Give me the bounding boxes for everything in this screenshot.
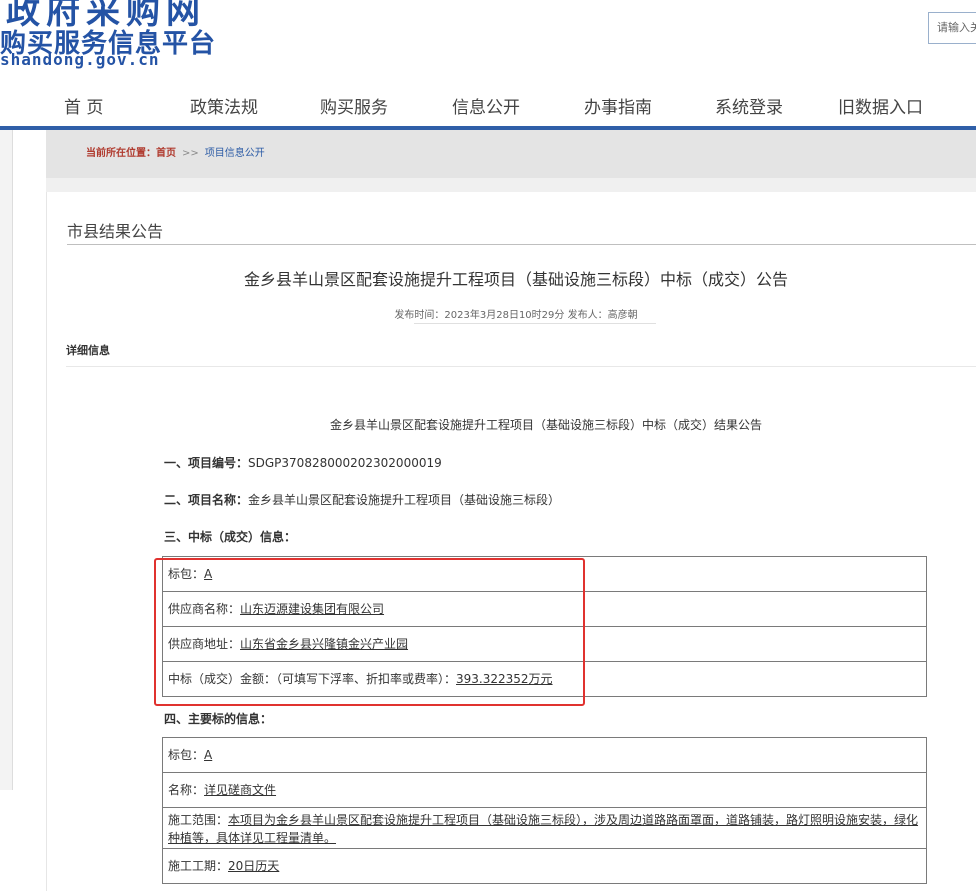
table-row: 施工工期：20日历天: [163, 849, 926, 884]
nav-item-guide[interactable]: 办事指南: [584, 93, 652, 118]
section-title: 市县结果公告: [67, 222, 164, 241]
table-row: 施工范围：本项目为金乡县羊山景区配套设施提升工程项目（基础设施三标段），涉及周边…: [163, 808, 926, 849]
table-row: 名称：详见磋商文件: [163, 773, 926, 808]
award-info-label: 三、中标（成交）信息：: [164, 530, 297, 544]
highlight-annotation-box: [154, 558, 585, 706]
search-input[interactable]: 请输入关: [928, 12, 976, 44]
meta-divider: [414, 323, 656, 324]
breadcrumb-label: 当前所在位置：: [86, 148, 156, 159]
detail-divider: [66, 366, 976, 367]
table-row: 标包：A: [163, 738, 926, 773]
target-row-value[interactable]: 详见磋商文件: [204, 783, 276, 797]
breadcrumb-bar: 当前所在位置：首页 >> 项目信息公开: [46, 130, 976, 178]
spacer: [46, 178, 976, 192]
detail-label: 详细信息: [66, 344, 110, 357]
target-row-label: 施工范围：: [168, 813, 229, 827]
nav-item-login[interactable]: 系统登录: [715, 93, 783, 118]
breadcrumb: 当前所在位置：首页 >> 项目信息公开: [86, 144, 265, 159]
target-table: 标包：A 名称：详见磋商文件 施工范围：本项目为金乡县羊山景区配套设施提升工程项…: [162, 737, 927, 884]
notice-meta: 发布时间：2023年3月28日10时29分 发布人：高彦朝: [394, 310, 638, 321]
project-number-value: SDGP370828000202302000019: [248, 456, 442, 470]
target-row-value[interactable]: A: [204, 748, 212, 762]
project-name-line: 二、项目名称：金乡县羊山景区配套设施提升工程项目（基础设施三标段）: [164, 491, 560, 508]
nav-item-info-disclosure[interactable]: 信息公开: [452, 93, 520, 118]
project-number-label: 一、项目编号：: [164, 456, 249, 470]
main-nav: 首 页 政策法规 购买服务 信息公开 办事指南 系统登录 旧数据入口: [0, 85, 976, 128]
target-row-value[interactable]: 20日历天: [228, 859, 279, 873]
project-name-label: 二、项目名称：: [164, 493, 249, 507]
nav-item-home[interactable]: 首 页: [64, 93, 103, 118]
main-target-heading: 四、主要标的信息：: [164, 710, 272, 727]
doc-title: 金乡县羊山景区配套设施提升工程项目（基础设施三标段）中标（成交）结果公告: [329, 418, 762, 432]
nav-item-services[interactable]: 购买服务: [320, 93, 388, 118]
breadcrumb-current[interactable]: 项目信息公开: [205, 148, 265, 159]
site-header: 政府采购网 购买服务信息平台 shandong.gov.cn 请输入关 首 页 …: [0, 0, 976, 130]
target-row-label: 名称：: [168, 783, 205, 797]
breadcrumb-home[interactable]: 首页: [156, 148, 176, 159]
logo-domain[interactable]: shandong.gov.cn: [0, 50, 160, 69]
section-divider: [67, 244, 976, 245]
nav-item-policy[interactable]: 政策法规: [190, 93, 258, 118]
project-number-line: 一、项目编号：SDGP370828000202302000019: [164, 454, 442, 471]
award-info-heading: 三、中标（成交）信息：: [164, 528, 296, 545]
notice-title: 金乡县羊山景区配套设施提升工程项目（基础设施三标段）中标（成交）公告: [243, 270, 788, 289]
target-row-label: 标包：: [168, 748, 205, 762]
project-name-value: 金乡县羊山景区配套设施提升工程项目（基础设施三标段）: [248, 493, 561, 507]
nav-item-legacy-data[interactable]: 旧数据入口: [838, 93, 923, 118]
breadcrumb-separator: >>: [182, 148, 199, 159]
main-target-label: 四、主要标的信息：: [164, 712, 273, 726]
side-panel: [0, 130, 13, 790]
target-row-label: 施工工期：: [168, 859, 229, 873]
target-row-value[interactable]: 本项目为金乡县羊山景区配套设施提升工程项目（基础设施三标段），涉及周边道路路面罩…: [168, 813, 918, 845]
